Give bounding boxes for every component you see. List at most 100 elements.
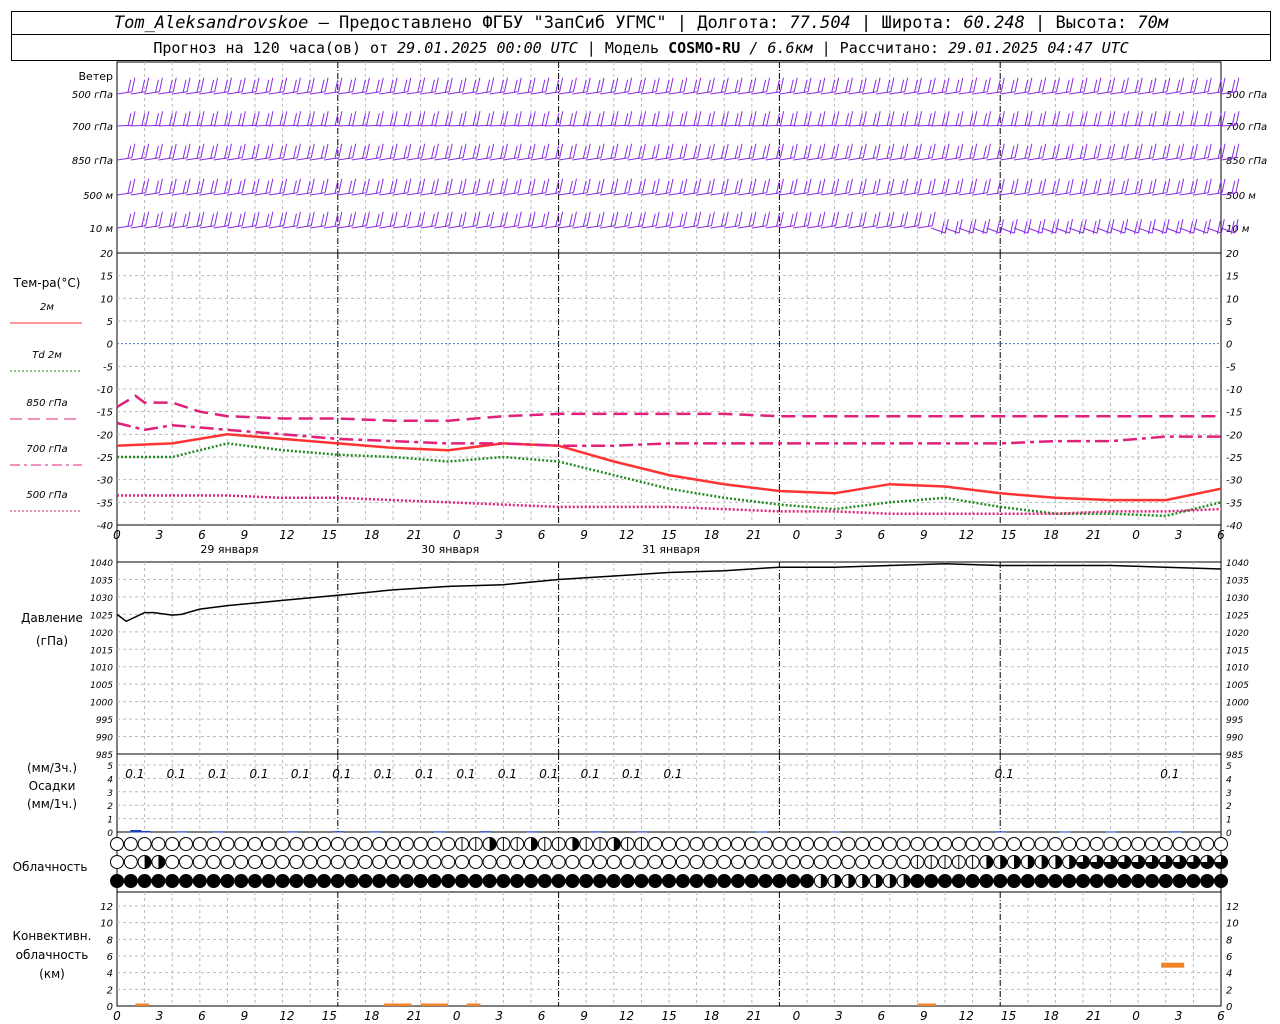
wind-barb-feather	[586, 211, 591, 226]
cloud-circle	[123, 855, 138, 869]
pressure-tick-label: 1010	[90, 664, 113, 674]
wind-barb-feather	[1138, 77, 1143, 92]
cloud-circle	[261, 874, 276, 888]
wind-barb-feather	[679, 145, 684, 159]
cloud-symbol	[675, 855, 690, 869]
hour-tick-label: 6	[877, 1009, 885, 1023]
cloud-symbol	[455, 837, 469, 851]
cloud-circle	[1117, 874, 1132, 888]
wind-barb-feather	[693, 180, 698, 194]
wind-barb-feather	[1069, 111, 1074, 126]
wind-barb-feather	[762, 180, 767, 194]
wind-barb-feather	[969, 180, 974, 194]
pressure-tick-label: 995	[96, 716, 113, 726]
cloud-symbol	[123, 855, 138, 869]
cloud-symbol	[606, 855, 621, 869]
wind-barb-feather	[1038, 79, 1043, 93]
pressure-tick-label: 1015	[1226, 646, 1249, 656]
wind-barb-shaft	[958, 227, 974, 234]
wind-barb-feather	[379, 143, 384, 158]
wind-barb-feather	[762, 113, 767, 127]
wind-barb-shaft	[793, 124, 809, 127]
cloud-mark	[820, 874, 828, 888]
wind-barb-shaft	[1027, 227, 1043, 234]
wind-barb-feather	[431, 113, 436, 127]
cloud-symbol	[813, 837, 828, 851]
wind-barb-feather	[186, 143, 191, 158]
wind-barb-feather	[403, 180, 408, 194]
cloud-circle	[662, 837, 676, 851]
wind-barb-shaft	[185, 157, 201, 161]
wind-barb-shaft	[1165, 192, 1181, 196]
wind-barb-shaft	[116, 157, 132, 161]
cloud-symbol	[1062, 874, 1077, 888]
wind-barb-feather	[1000, 178, 1005, 193]
pressure-tick-label: 1020	[1226, 629, 1249, 639]
wind-barb-feather	[945, 111, 950, 126]
wind-barb-feather	[872, 180, 877, 194]
wind-barb-feather	[931, 178, 936, 193]
wind-barb-feather	[1138, 143, 1143, 158]
temp-tick-label: -25	[97, 453, 113, 464]
wind-barb-shaft	[572, 157, 588, 161]
wind-barb-feather	[320, 145, 325, 159]
wind-barb-shaft	[461, 192, 477, 196]
wind-barb-feather	[945, 178, 950, 193]
wind-barb-feather	[1166, 178, 1171, 193]
wind-barb-feather	[182, 145, 187, 159]
wind-barb-feather	[1093, 145, 1098, 159]
wind-barb-feather	[845, 113, 850, 127]
wind-barb-shaft	[461, 157, 477, 161]
wind-barb-feather	[499, 180, 504, 194]
wind-barb-feather	[541, 79, 546, 93]
wind-barb-feather	[393, 77, 398, 92]
cloud-symbol	[151, 855, 166, 869]
wind-barb-feather	[210, 213, 215, 227]
wind-barb-feather	[803, 180, 808, 194]
cloud-symbol	[896, 837, 911, 851]
wind-barb-feather	[559, 143, 564, 158]
wind-barb-feather	[1097, 77, 1102, 92]
cloud-circle	[275, 837, 290, 851]
cloud-circle	[1020, 837, 1035, 851]
cloud-circle	[1186, 874, 1201, 888]
wind-barb-feather	[600, 143, 605, 158]
wind-barb-feather	[917, 143, 922, 158]
wind-barb-feather	[959, 111, 964, 126]
wind-barb-feather	[531, 111, 536, 126]
cloud-circle	[1103, 837, 1118, 851]
cloud-circle	[1034, 837, 1049, 851]
hour-tick-label: 3	[835, 528, 843, 542]
wind-barb-shaft	[972, 157, 988, 161]
wind-barb-feather	[706, 79, 711, 93]
wind-barb-feather	[779, 211, 784, 226]
conv-tick-label: 12	[1226, 902, 1239, 913]
wind-barb-feather	[931, 143, 936, 158]
cloud-symbol	[1034, 874, 1049, 888]
wind-barb-feather	[1065, 79, 1070, 93]
cloud-symbol	[993, 837, 1008, 851]
wind-barb-shaft	[917, 225, 933, 229]
cloud-symbol	[620, 855, 635, 869]
cloud-symbol	[317, 874, 331, 888]
date-label: 29 января	[200, 543, 258, 556]
wind-barb-feather	[596, 213, 601, 227]
cloud-circle	[1007, 874, 1021, 888]
hour-tick-label: 3	[1175, 1009, 1183, 1023]
wind-barb-shaft	[254, 124, 271, 127]
wind-barb-feather	[752, 143, 757, 158]
wind-barb-shaft	[710, 192, 726, 196]
cloud-symbol	[179, 855, 193, 869]
wind-barb-feather	[789, 180, 794, 194]
wind-barb-feather	[683, 178, 688, 193]
cloud-symbol	[1062, 855, 1077, 869]
wind-barb-shaft	[420, 225, 436, 229]
wind-barb-shaft	[572, 225, 588, 229]
wind-barb-feather	[310, 111, 315, 126]
cloud-symbol	[1200, 837, 1215, 851]
wind-barb-feather	[462, 178, 467, 193]
cloud-symbol	[855, 855, 870, 869]
wind-barb-feather	[900, 79, 905, 93]
wind-barb-feather	[1120, 180, 1125, 194]
cloud-mark	[613, 837, 621, 851]
